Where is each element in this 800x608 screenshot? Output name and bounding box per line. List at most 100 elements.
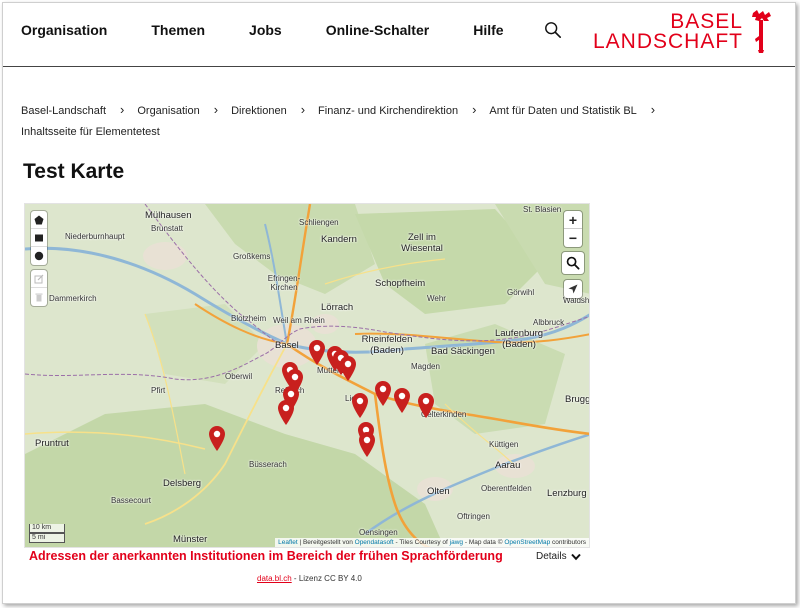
map-attribution: Leaflet | Bereitgestellt von Opendatasof… — [275, 538, 589, 547]
map-label: Schliengen — [299, 218, 339, 227]
map-label: Blotzheim — [231, 314, 267, 323]
license-text: - Lizenz CC BY 4.0 — [291, 574, 362, 583]
map-label: Bad Säckingen — [431, 346, 495, 357]
nav-online-schalter[interactable]: Online-Schalter — [326, 22, 429, 38]
search-icon[interactable] — [544, 21, 562, 39]
map-label: Kandern — [321, 234, 357, 245]
map-label: St. Blasien — [523, 205, 562, 214]
breadcrumb-item[interactable]: Direktionen — [231, 105, 287, 117]
map-label: Basel — [275, 340, 299, 351]
breadcrumb-item[interactable]: Organisation — [137, 105, 199, 117]
breadcrumb-item[interactable]: Amt für Daten und Statistik BL — [489, 105, 636, 117]
breadcrumb-separator: › — [120, 102, 125, 117]
map-label: Magden — [411, 362, 440, 371]
zoom-out-button[interactable]: − — [564, 229, 582, 247]
map-label: Brunstatt — [151, 224, 184, 233]
main-nav: Organisation Themen Jobs Online-Schalter… — [21, 21, 562, 39]
logo-line-2: LANDSCHAFT — [592, 30, 743, 53]
map-label: Efringen-Kirchen — [267, 274, 301, 292]
map-label: Oberentfelden — [481, 484, 532, 493]
edit-layers-button[interactable] — [31, 270, 47, 288]
locate-button[interactable] — [564, 280, 582, 298]
rectangle-icon — [35, 234, 43, 241]
attribution-text: - Tiles Courtesy of — [393, 539, 450, 546]
map-label: Weil am Rhein — [273, 316, 325, 325]
map-marker[interactable] — [359, 432, 375, 457]
delete-layers-button[interactable] — [31, 288, 47, 306]
breadcrumb: Basel-Landschaft › Organisation › Direktione… — [21, 99, 681, 143]
breadcrumb-item[interactable]: Basel-Landschaft — [21, 105, 106, 117]
map-marker[interactable] — [340, 356, 356, 381]
map-label: Niederburnhaupt — [65, 232, 125, 241]
map-label: Schopfheim — [375, 278, 426, 289]
polygon-icon — [34, 215, 44, 224]
chevron-down-icon — [570, 553, 581, 560]
breadcrumb-item[interactable]: Finanz- und Kirchendirektion — [318, 105, 458, 117]
trash-icon — [35, 293, 43, 302]
scale-mi: 5 mi — [29, 533, 65, 543]
logo-line-1: BASEL — [670, 10, 743, 33]
map-label: Zell im Wiesental — [401, 232, 443, 254]
map-label: Brugg — [565, 394, 590, 405]
map-caption: Adressen der anerkannten Institutionen i… — [29, 549, 503, 563]
nav-hilfe[interactable]: Hilfe — [473, 22, 503, 38]
scale-km: 10 km — [29, 524, 65, 533]
search-icon — [566, 256, 580, 270]
map-label: Pruntrut — [35, 438, 69, 449]
nav-themen[interactable]: Themen — [151, 22, 205, 38]
map-marker[interactable] — [278, 400, 294, 425]
map-label: Oberwil — [225, 372, 253, 381]
edit-icon — [34, 274, 44, 283]
map-label: Laufenburg (Baden) — [494, 328, 544, 350]
map-label: Lenzburg — [547, 488, 587, 499]
map-label: Delsberg — [163, 478, 202, 489]
breadcrumb-separator: › — [300, 102, 306, 117]
baselstab-icon — [752, 10, 771, 53]
map-marker[interactable] — [394, 388, 410, 413]
map-container[interactable]: Mülhausen Brunstatt Niederburnhaupt Damm… — [24, 203, 590, 548]
map-search-button[interactable] — [562, 252, 584, 274]
breadcrumb-separator: › — [650, 102, 656, 117]
attribution-text: contributors — [550, 539, 586, 546]
details-toggle[interactable]: Details — [536, 551, 581, 562]
edit-toolbar — [31, 270, 47, 306]
details-label: Details — [536, 551, 567, 562]
draw-circle-button[interactable] — [31, 247, 47, 265]
location-arrow-icon — [568, 284, 578, 294]
map-label: Mülhausen — [145, 210, 192, 221]
draw-rectangle-button[interactable] — [31, 229, 47, 247]
map-label: Großkems — [233, 252, 271, 261]
zoom-control: + − — [564, 211, 582, 247]
license-line: data.bl.ch - Lizenz CC BY 4.0 — [257, 574, 362, 583]
map-marker[interactable] — [418, 393, 434, 418]
map-label: Aarau — [495, 460, 521, 471]
attribution-text: - Map data © — [463, 539, 505, 546]
map-tiles — [25, 204, 589, 547]
attribution-leaflet-link[interactable]: Leaflet — [278, 539, 298, 546]
map-label: Rheinfelden (Baden) — [361, 334, 413, 356]
attribution-osm-link[interactable]: OpenStreetMap — [504, 539, 550, 546]
zoom-in-button[interactable]: + — [564, 211, 582, 229]
breadcrumb-separator: › — [472, 102, 477, 117]
map-marker[interactable] — [209, 426, 225, 451]
nav-organisation[interactable]: Organisation — [21, 22, 107, 38]
map-label: Oftringen — [457, 512, 490, 521]
map-label: Büsserach — [249, 460, 287, 469]
map-marker[interactable] — [375, 381, 391, 406]
nav-jobs[interactable]: Jobs — [249, 22, 282, 38]
attribution-opendatasoft-link[interactable]: Opendatasoft — [355, 539, 394, 546]
map-scale: 10 km 5 mi — [29, 524, 65, 543]
map-marker[interactable] — [352, 393, 368, 418]
map-label: Münster — [173, 534, 208, 545]
attribution-jawg-link[interactable]: jawg — [450, 539, 463, 546]
map-label: Wehr — [427, 294, 446, 303]
breadcrumb-separator: › — [213, 102, 219, 117]
map-marker[interactable] — [309, 340, 325, 365]
draw-polygon-button[interactable] — [31, 211, 47, 229]
map-label: Albbruck — [533, 318, 565, 327]
browser-page: Organisation Themen Jobs Online-Schalter… — [2, 2, 796, 604]
map-label: Lörrach — [321, 302, 354, 313]
page-title: Test Karte — [23, 160, 125, 183]
data-source-link[interactable]: data.bl.ch — [257, 574, 292, 583]
site-logo[interactable]: BASEL LANDSCHAFT — [593, 9, 777, 53]
